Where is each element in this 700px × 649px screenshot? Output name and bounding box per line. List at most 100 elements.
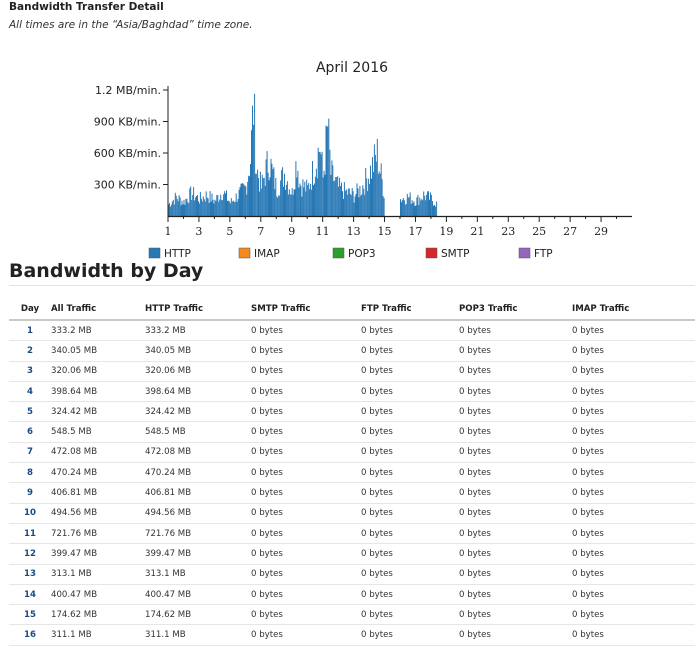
col-header-http-traffic[interactable]: HTTP Traffic — [145, 299, 251, 321]
day-link[interactable]: 14 — [9, 584, 51, 606]
x-tick-label: 9 — [288, 225, 295, 238]
http-bar — [169, 206, 171, 216]
http-bar — [252, 105, 253, 216]
col-header-smtp-traffic[interactable]: SMTP Traffic — [251, 299, 361, 321]
col-header-pop3-traffic[interactable]: POP3 Traffic — [459, 299, 572, 321]
http-bar — [347, 188, 349, 216]
legend-label-ftp: FTP — [534, 248, 553, 260]
http-bar — [304, 181, 306, 216]
table-cell: 0 bytes — [459, 340, 572, 362]
table-row: 16 311.1 MB 311.1 MB 0 bytes 0 bytes 0 bytes 0… — [9, 624, 695, 646]
table-cell: 721.76 MB — [145, 523, 251, 545]
http-bar — [241, 183, 243, 216]
http-bar — [353, 202, 355, 216]
http-bar — [429, 199, 430, 216]
http-bar — [358, 197, 360, 216]
table-row: 13 313.1 MB 313.1 MB 0 bytes 0 bytes 0 bytes 0… — [9, 564, 695, 585]
http-bar — [292, 194, 294, 216]
day-link[interactable]: 3 — [9, 361, 51, 382]
day-link[interactable]: 15 — [9, 604, 51, 626]
table-cell: 399.47 MB — [145, 543, 251, 565]
http-bar — [414, 206, 416, 216]
http-bar — [227, 200, 228, 216]
http-bar — [275, 178, 277, 216]
http-bar — [354, 196, 356, 216]
http-bar — [302, 179, 304, 216]
col-header-day[interactable]: Day — [9, 299, 51, 321]
http-bar — [260, 188, 262, 216]
http-bar — [206, 197, 208, 216]
legend-swatch-smtp — [425, 247, 438, 259]
http-bar — [372, 157, 373, 216]
day-link[interactable]: 7 — [9, 442, 51, 464]
day-link[interactable]: 9 — [9, 482, 51, 504]
http-bar — [190, 186, 192, 216]
http-bar — [357, 188, 359, 216]
http-bar — [222, 200, 224, 216]
table-row: 10 494.56 MB 494.56 MB 0 bytes 0 bytes 0 byte… — [9, 503, 695, 524]
col-header-imap-traffic[interactable]: IMAP Traffic — [572, 299, 695, 321]
http-bar — [223, 194, 225, 216]
day-link[interactable]: 10 — [9, 503, 51, 524]
table-row: 5 324.42 MB 324.42 MB 0 bytes 0 bytes 0 bytes… — [9, 401, 695, 423]
table-cell: 0 bytes — [251, 564, 361, 585]
day-link[interactable]: 16 — [9, 624, 51, 646]
http-bar — [307, 185, 309, 216]
http-bar — [285, 189, 286, 216]
table-cell: 470.24 MB — [51, 462, 145, 484]
http-bar — [227, 200, 229, 216]
table-cell: 400.47 MB — [145, 584, 251, 606]
table-cell: 333.2 MB — [145, 320, 251, 342]
day-link[interactable]: 1 — [9, 320, 51, 342]
day-link[interactable]: 2 — [9, 340, 51, 362]
http-bar — [211, 193, 213, 216]
table-cell: 0 bytes — [459, 361, 572, 382]
http-bar — [374, 154, 376, 216]
http-bar — [432, 201, 433, 216]
http-bar — [293, 189, 295, 216]
http-bar — [207, 198, 209, 216]
col-header-ftp-traffic[interactable]: FTP Traffic — [361, 299, 459, 321]
table-cell: 313.1 MB — [145, 564, 251, 585]
http-bar — [243, 184, 245, 216]
day-link[interactable]: 5 — [9, 401, 51, 423]
x-tick-label: 15 — [378, 225, 392, 238]
table-cell: 0 bytes — [251, 462, 361, 484]
table-cell: 0 bytes — [572, 624, 695, 646]
col-header-all-traffic[interactable]: All Traffic — [51, 299, 145, 321]
http-bar — [259, 171, 261, 216]
http-bar — [194, 200, 196, 216]
day-link[interactable]: 13 — [9, 564, 51, 585]
http-bar — [280, 180, 282, 216]
http-bar — [240, 183, 242, 216]
http-bar — [408, 196, 410, 216]
legend-swatch-imap — [238, 247, 251, 259]
http-bar — [200, 198, 202, 216]
http-bar — [234, 201, 236, 216]
http-bar — [213, 203, 215, 216]
http-bar — [381, 179, 383, 216]
table-row: 4 398.64 MB 398.64 MB 0 bytes 0 bytes 0 bytes… — [9, 381, 695, 403]
http-bar — [369, 183, 371, 216]
section-divider — [9, 285, 695, 286]
table-cell: 0 bytes — [251, 320, 361, 342]
y-tick-label: 900 KB/min. — [94, 116, 161, 129]
day-link[interactable]: 12 — [9, 543, 51, 565]
http-bar — [228, 201, 230, 216]
http-bar — [237, 198, 239, 216]
http-bar — [263, 178, 265, 216]
table-cell: 0 bytes — [361, 523, 459, 545]
chart-title: April 2016 — [316, 60, 388, 76]
http-bar — [198, 201, 199, 216]
http-bar — [404, 204, 406, 216]
http-bar — [312, 161, 313, 216]
day-link[interactable]: 11 — [9, 523, 51, 545]
http-bar — [274, 189, 276, 216]
day-link[interactable]: 4 — [9, 381, 51, 403]
http-bar — [361, 194, 363, 216]
http-bar — [410, 203, 412, 216]
table-cell: 0 bytes — [459, 462, 572, 484]
day-link[interactable]: 8 — [9, 462, 51, 484]
http-bar — [407, 197, 409, 216]
day-link[interactable]: 6 — [9, 421, 51, 443]
